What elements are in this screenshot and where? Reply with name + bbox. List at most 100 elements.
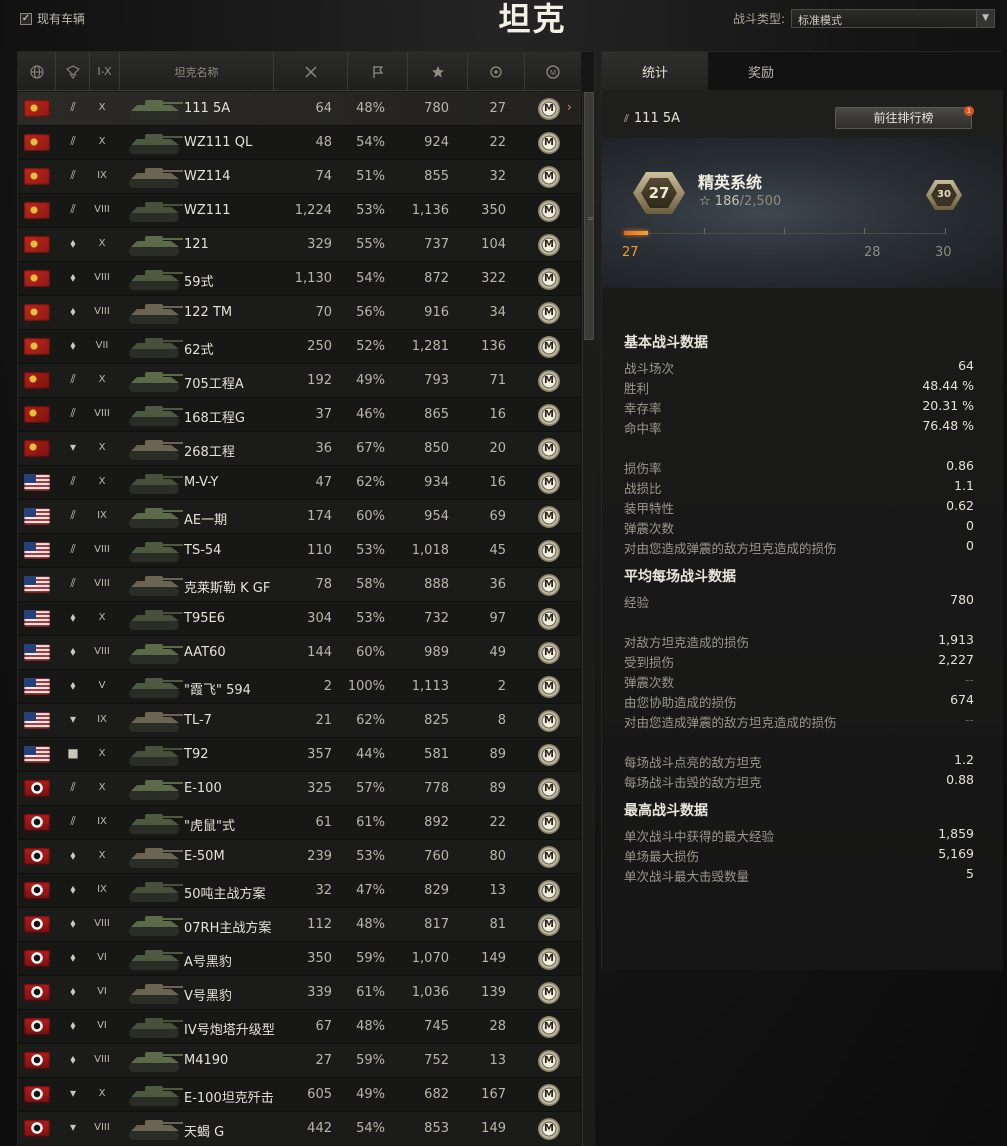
tank-thumbnail — [123, 263, 187, 295]
battles: 605 — [307, 1087, 332, 1102]
table-row[interactable]: ⬧ VI V号黑豹 339 61% 1,036 139 M — [18, 976, 581, 1010]
table-row[interactable]: ⫽ X E-100 325 57% 778 89 M — [18, 772, 581, 806]
tank-name: E-100坦克歼击 — [184, 1091, 274, 1106]
table-row[interactable]: ⫽ VIII 168工程G 37 46% 865 16 M — [18, 398, 581, 432]
tank-thumbnail — [123, 1113, 187, 1145]
tier: VI — [97, 952, 107, 963]
medium-tank-icon: ⬧ — [70, 610, 76, 624]
table-row[interactable]: ⬧ X T95E6 304 53% 732 97 M — [18, 602, 581, 636]
nation-flag-icon — [24, 780, 50, 797]
leaderboard-button[interactable]: 前往排行榜 — [835, 107, 972, 129]
mastery-badge-icon: M — [538, 1050, 560, 1072]
table-row[interactable]: ⬧ VIII M4190 27 59% 752 13 M — [18, 1044, 581, 1078]
tier: VI — [97, 986, 107, 997]
table-row[interactable]: ⬧ X E-50M 239 53% 760 80 M — [18, 840, 581, 874]
mastery-badge-icon: M — [538, 846, 560, 868]
battles-column-header[interactable] — [274, 52, 348, 91]
vehicle-list-scrollbar[interactable]: = — [582, 92, 595, 1146]
selected-tank-name: 111 5A — [633, 111, 681, 126]
table-row[interactable]: ⬧ X 121 329 55% 737 104 M — [18, 228, 581, 262]
type-column-header[interactable] — [56, 52, 90, 91]
table-row[interactable]: ⬧ VII 62式 250 52% 1,281 136 M — [18, 330, 581, 364]
table-row[interactable]: ▾ X E-100坦克歼击 605 49% 682 167 M — [18, 1078, 581, 1112]
avg-xp: 793 — [424, 373, 449, 388]
table-row[interactable]: ⬧ VIII 122 TM 70 56% 916 34 M — [18, 296, 581, 330]
table-row[interactable]: ■ X T92 357 44% 581 89 M — [18, 738, 581, 772]
table-row[interactable]: ⬧ VIII 07RH主战方案 112 48% 817 81 M — [18, 908, 581, 942]
mastery-badge-icon: M — [538, 336, 560, 358]
nation-column-header[interactable] — [18, 52, 56, 91]
scrollbar-thumb[interactable]: = — [584, 92, 594, 340]
frags: 16 — [489, 475, 506, 490]
tank-name: V号黑豹 — [184, 989, 232, 1004]
table-row[interactable]: ⬧ V "霞飞" 594 2 100% 1,113 2 M — [18, 670, 581, 704]
tank-thumbnail — [123, 433, 187, 465]
frags: 322 — [481, 271, 506, 286]
table-row[interactable]: ⬧ VI A号黑豹 350 59% 1,070 149 M — [18, 942, 581, 976]
tab-awards[interactable]: 奖励 — [708, 52, 814, 90]
table-row[interactable]: ⬧ IX 50吨主战方案 32 47% 829 13 M — [18, 874, 581, 908]
stat-value: 0.62 — [946, 498, 974, 513]
table-row[interactable]: ⫽ X 111 5A 64 48% 780 27 M › — [18, 92, 581, 126]
table-row[interactable]: ▾ VIII 天蝎 G 442 54% 853 149 M — [18, 1112, 581, 1146]
table-row[interactable]: ⬧ VI IV号炮塔升级型 67 48% 745 28 M — [18, 1010, 581, 1044]
table-row[interactable]: ⫽ VIII TS-54 110 53% 1,018 45 M — [18, 534, 581, 568]
nation-flag-icon — [24, 508, 50, 525]
tier-column-header[interactable]: I-X — [90, 52, 120, 91]
win-rate: 53% — [356, 203, 385, 218]
stat-row: 每场战斗点亮的敌方坦克 1.2 — [624, 750, 974, 770]
stat-value: 1,913 — [938, 632, 974, 647]
wins-column-header[interactable] — [348, 52, 408, 91]
stat-row: 战斗场次 64 — [624, 356, 974, 376]
tank-thumbnail — [123, 807, 187, 839]
avg-xp: 989 — [424, 645, 449, 660]
heavy-tank-icon: ⫽ — [70, 576, 76, 590]
section-title: 最高战斗数据 — [624, 803, 708, 819]
table-header: I-X 坦克名称 M — [18, 52, 581, 91]
table-row[interactable]: ⬧ VIII 59式 1,130 54% 872 322 M — [18, 262, 581, 296]
table-row[interactable]: ⫽ IX WZ114 74 51% 855 32 M — [18, 160, 581, 194]
frags: 80 — [489, 849, 506, 864]
stat-value: 64 — [958, 358, 974, 373]
tank-name: E-100 — [184, 781, 222, 796]
stat-value: 1.2 — [954, 752, 974, 767]
table-row[interactable]: ⫽ X M-V-Y 47 62% 934 16 M — [18, 466, 581, 500]
table-row[interactable]: ⫽ IX AE一期 174 60% 954 69 M — [18, 500, 581, 534]
table-row[interactable]: ▾ IX TL-7 21 62% 825 8 M — [18, 704, 581, 738]
table-row[interactable]: ⫽ X 705工程A 192 49% 793 71 M — [18, 364, 581, 398]
stat-label: 每场战斗击毁的敌方坦克 — [624, 775, 762, 790]
table-row[interactable]: ⫽ X WZ111 QL 48 54% 924 22 M — [18, 126, 581, 160]
stat-row: 弹震次数 0 — [624, 516, 974, 536]
avg-xp: 737 — [424, 237, 449, 252]
frags-column-header[interactable] — [468, 52, 525, 91]
mastery-column-header[interactable]: M — [525, 52, 581, 91]
heavy-tank-icon: ⫽ — [70, 372, 76, 386]
tank-thumbnail — [123, 875, 187, 907]
tank-thumbnail — [123, 705, 187, 737]
battle-type-selector: 战斗类型: 标准模式 ▼ — [733, 9, 996, 28]
mastery-badge-icon: M — [538, 880, 560, 902]
elite-level-badge-icon: 27 — [628, 168, 690, 218]
stat-label: 单次战斗中获得的最大经验 — [624, 829, 775, 844]
table-row[interactable]: ⫽ VIII WZ111 1,224 53% 1,136 350 M — [18, 194, 581, 228]
avg-xp: 1,136 — [411, 203, 449, 218]
table-row[interactable]: ⫽ IX "虎鼠"式 61 61% 892 22 M — [18, 806, 581, 840]
mastery-badge-icon: M — [538, 234, 560, 256]
tank-thumbnail — [123, 161, 187, 193]
tank-name-column-header[interactable]: 坦克名称 — [120, 52, 274, 91]
table-row[interactable]: ⫽ VIII 克莱斯勒 K GF 78 58% 888 36 M — [18, 568, 581, 602]
win-rate: 59% — [356, 1053, 385, 1068]
spg-tank-icon: ■ — [67, 746, 79, 760]
tab-statistics[interactable]: 统计 — [602, 52, 708, 90]
battles: 27 — [315, 1053, 332, 1068]
elite-system-card: 27 精英系统 ☆ 186/2,500 30 — [602, 138, 1003, 288]
battle-type-dropdown[interactable]: 标准模式 ▼ — [791, 9, 996, 28]
stat-row: 由您协助造成的损伤 674 — [624, 690, 974, 710]
table-row[interactable]: ⬧ VIII AAT60 144 60% 989 49 M — [18, 636, 581, 670]
table-row[interactable]: ▾ X 268工程 36 67% 850 20 M — [18, 432, 581, 466]
dropdown-arrow-icon[interactable]: ▼ — [976, 10, 995, 27]
avg-xp-column-header[interactable] — [408, 52, 468, 91]
tank-name: 克莱斯勒 K GF — [184, 581, 271, 596]
tank-thumbnail — [123, 943, 187, 975]
frags: 350 — [481, 203, 506, 218]
